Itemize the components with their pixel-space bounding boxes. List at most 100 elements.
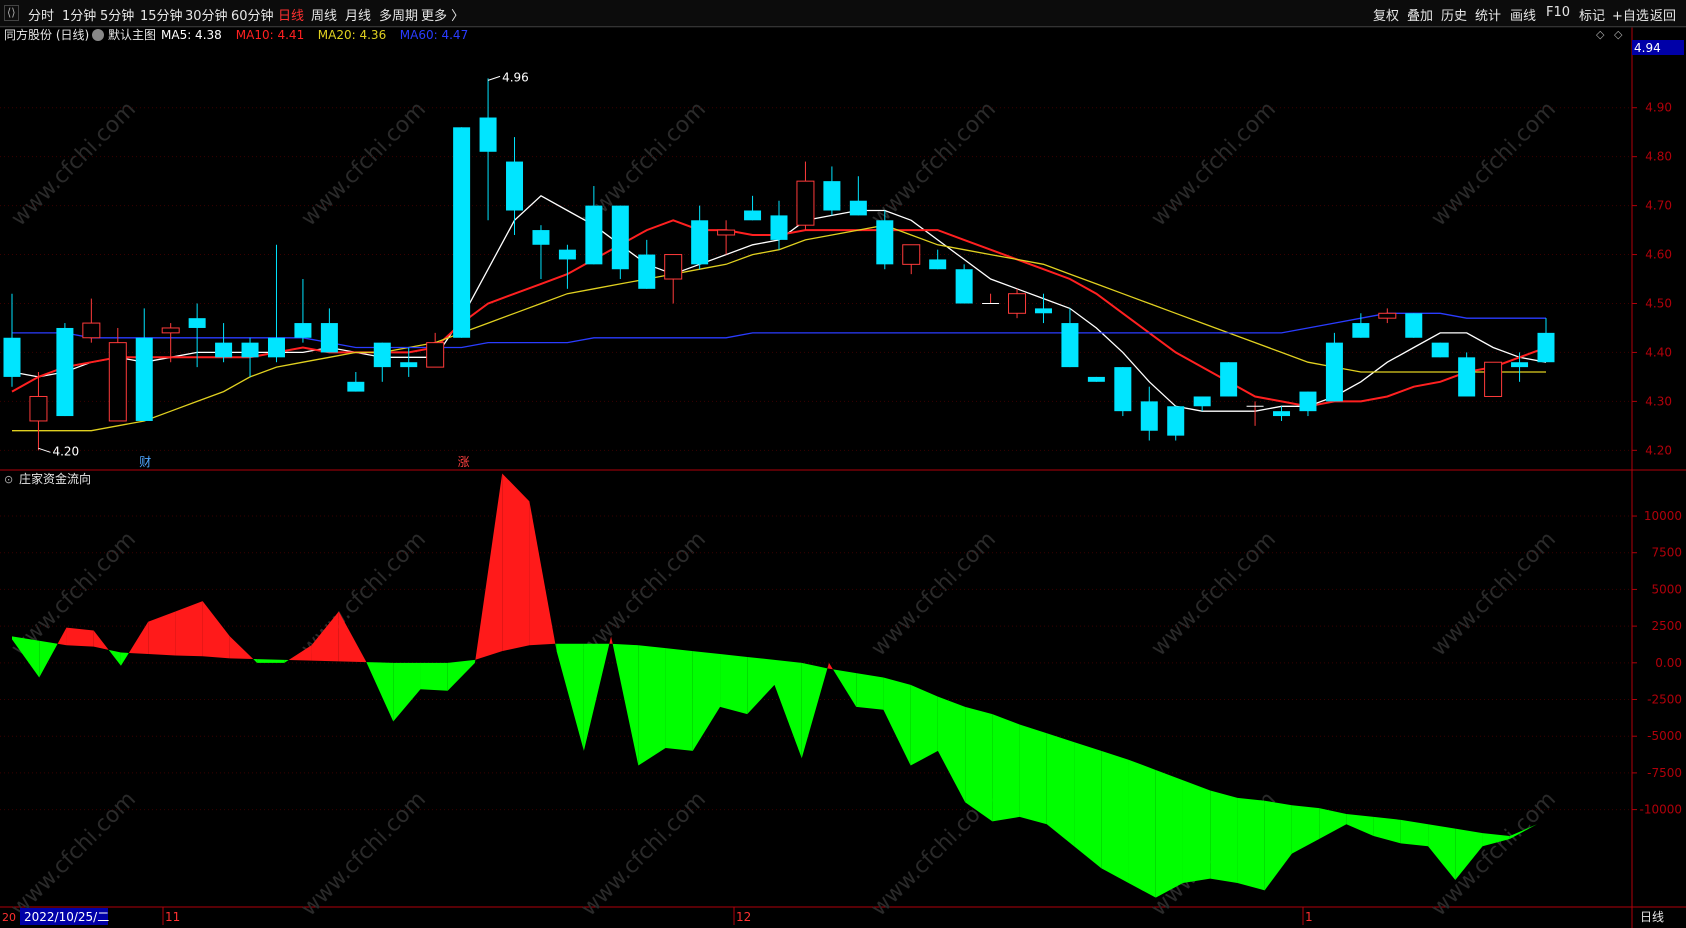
candle: [108, 327, 127, 422]
diamond-icon: ◇: [1596, 28, 1605, 41]
watermark: www.cfchi.com: [577, 787, 711, 921]
flow-area: [447, 659, 475, 691]
candle: [135, 308, 153, 421]
period-1[interactable]: 1分钟: [62, 5, 96, 24]
k-tick-label: 4.80: [1645, 150, 1672, 164]
collapse-icon[interactable]: ⟨⟩: [4, 5, 19, 21]
candle: [770, 200, 788, 250]
flow-area: [1074, 742, 1102, 869]
watermark: www.cfchi.com: [577, 527, 711, 661]
watermark: www.cfchi.com: [1147, 527, 1281, 661]
candle-body-down: [1114, 367, 1132, 412]
period-6[interactable]: 日线: [278, 5, 304, 24]
limit-up-marker: 涨: [458, 454, 470, 469]
candle-body-up: [108, 342, 127, 422]
candle: [558, 244, 576, 289]
flow-area: [108, 649, 121, 666]
flow-area: [420, 662, 448, 691]
candle-body-up: [664, 254, 683, 280]
flow-area: [502, 473, 530, 652]
flow-area: [827, 662, 829, 669]
candle: [1511, 352, 1529, 382]
flow-area: [555, 643, 557, 652]
period-0[interactable]: 分时: [28, 5, 54, 24]
candle-body-down: [1140, 401, 1158, 431]
candle-body-down: [1537, 332, 1555, 363]
candle-body-down: [611, 205, 629, 270]
toolbar-btn-4[interactable]: 画线: [1510, 5, 1536, 24]
candle: [717, 220, 736, 255]
candle: [1114, 367, 1132, 417]
candle: [1484, 361, 1503, 397]
candle-body-down: [823, 181, 841, 211]
candle-body-down: [1352, 323, 1370, 338]
month-label-2: 1: [1305, 910, 1313, 924]
flow-area: [257, 659, 285, 663]
candle: [982, 293, 1000, 304]
flow-area: [148, 611, 176, 656]
i-tick-label: -7500: [1647, 766, 1682, 780]
candle-body-down: [691, 220, 709, 265]
flow-area: [965, 706, 993, 822]
watermark: www.cfchi.com: [867, 527, 1001, 661]
toolbar-btn-5[interactable]: F10: [1546, 5, 1570, 20]
candle: [664, 254, 683, 304]
flow-area: [1346, 813, 1374, 837]
flow-area: [583, 643, 610, 751]
view-dropdown-icon: [92, 29, 104, 41]
flow-area: [747, 656, 775, 715]
candle: [691, 205, 709, 270]
k-tick-label: 4.20: [1645, 443, 1672, 457]
candle: [1299, 391, 1317, 417]
flow-area: [12, 636, 40, 678]
flow-area: [556, 643, 584, 751]
candle: [796, 161, 815, 231]
candle-body-up: [29, 395, 48, 422]
k-tick-label: 4.40: [1645, 345, 1672, 359]
date-tag: 2022/10/25/二: [24, 910, 109, 924]
candle-body-down: [955, 269, 973, 304]
period-2[interactable]: 5分钟: [100, 5, 134, 24]
candle-body-down: [744, 210, 762, 221]
toolbar-btn-3[interactable]: 统计: [1475, 5, 1501, 24]
candle-body-down: [1511, 362, 1529, 368]
flow-area: [665, 648, 693, 751]
flow-area: [128, 621, 149, 655]
candle: [1008, 288, 1027, 319]
period-9[interactable]: 多周期: [379, 5, 418, 24]
candle-body-up: [796, 180, 815, 226]
flow-area: [1264, 800, 1292, 891]
candle-body-up: [717, 229, 736, 236]
candle-body-down: [638, 254, 656, 289]
candle-body-down: [400, 362, 418, 368]
candle-body-down: [849, 200, 867, 216]
candle-body-down: [585, 205, 603, 265]
flow-area: [638, 645, 666, 766]
view-label: 默认主图: [108, 27, 156, 42]
flow-area: [529, 501, 556, 646]
toolbar-btn-0[interactable]: 复权: [1373, 5, 1399, 24]
flow-area: [910, 684, 938, 766]
flow-area: [175, 601, 203, 657]
flow-area: [57, 627, 67, 646]
candle: [1034, 293, 1052, 324]
candle-body-down: [1087, 376, 1105, 382]
period-10[interactable]: 更多 〉: [421, 5, 464, 24]
toolbar-btn-2[interactable]: 历史: [1441, 5, 1467, 24]
toolbar-btn-6[interactable]: 标记: [1579, 5, 1605, 24]
watermark: www.cfchi.com: [297, 97, 431, 231]
period-8[interactable]: 月线: [345, 5, 371, 24]
flow-area: [1373, 816, 1401, 844]
candle-body-down: [1405, 313, 1423, 338]
toolbar-btn-1[interactable]: 叠加: [1407, 5, 1433, 24]
period-5[interactable]: 60分钟: [231, 5, 274, 24]
flow-area: [832, 669, 857, 707]
candle: [1246, 401, 1264, 426]
toolbar-btn-8[interactable]: 返回: [1650, 5, 1676, 24]
period-4[interactable]: 30分钟: [185, 5, 228, 24]
flow-area: [475, 473, 503, 660]
chart-area: 同方股份 (日线) 默认主图 MA5: 4.38 MA10: 4.41 MA20: 4.…: [0, 27, 1686, 928]
period-3[interactable]: 15分钟: [140, 5, 183, 24]
toolbar-btn-7[interactable]: +自选: [1612, 5, 1649, 24]
period-7[interactable]: 周线: [311, 5, 337, 24]
